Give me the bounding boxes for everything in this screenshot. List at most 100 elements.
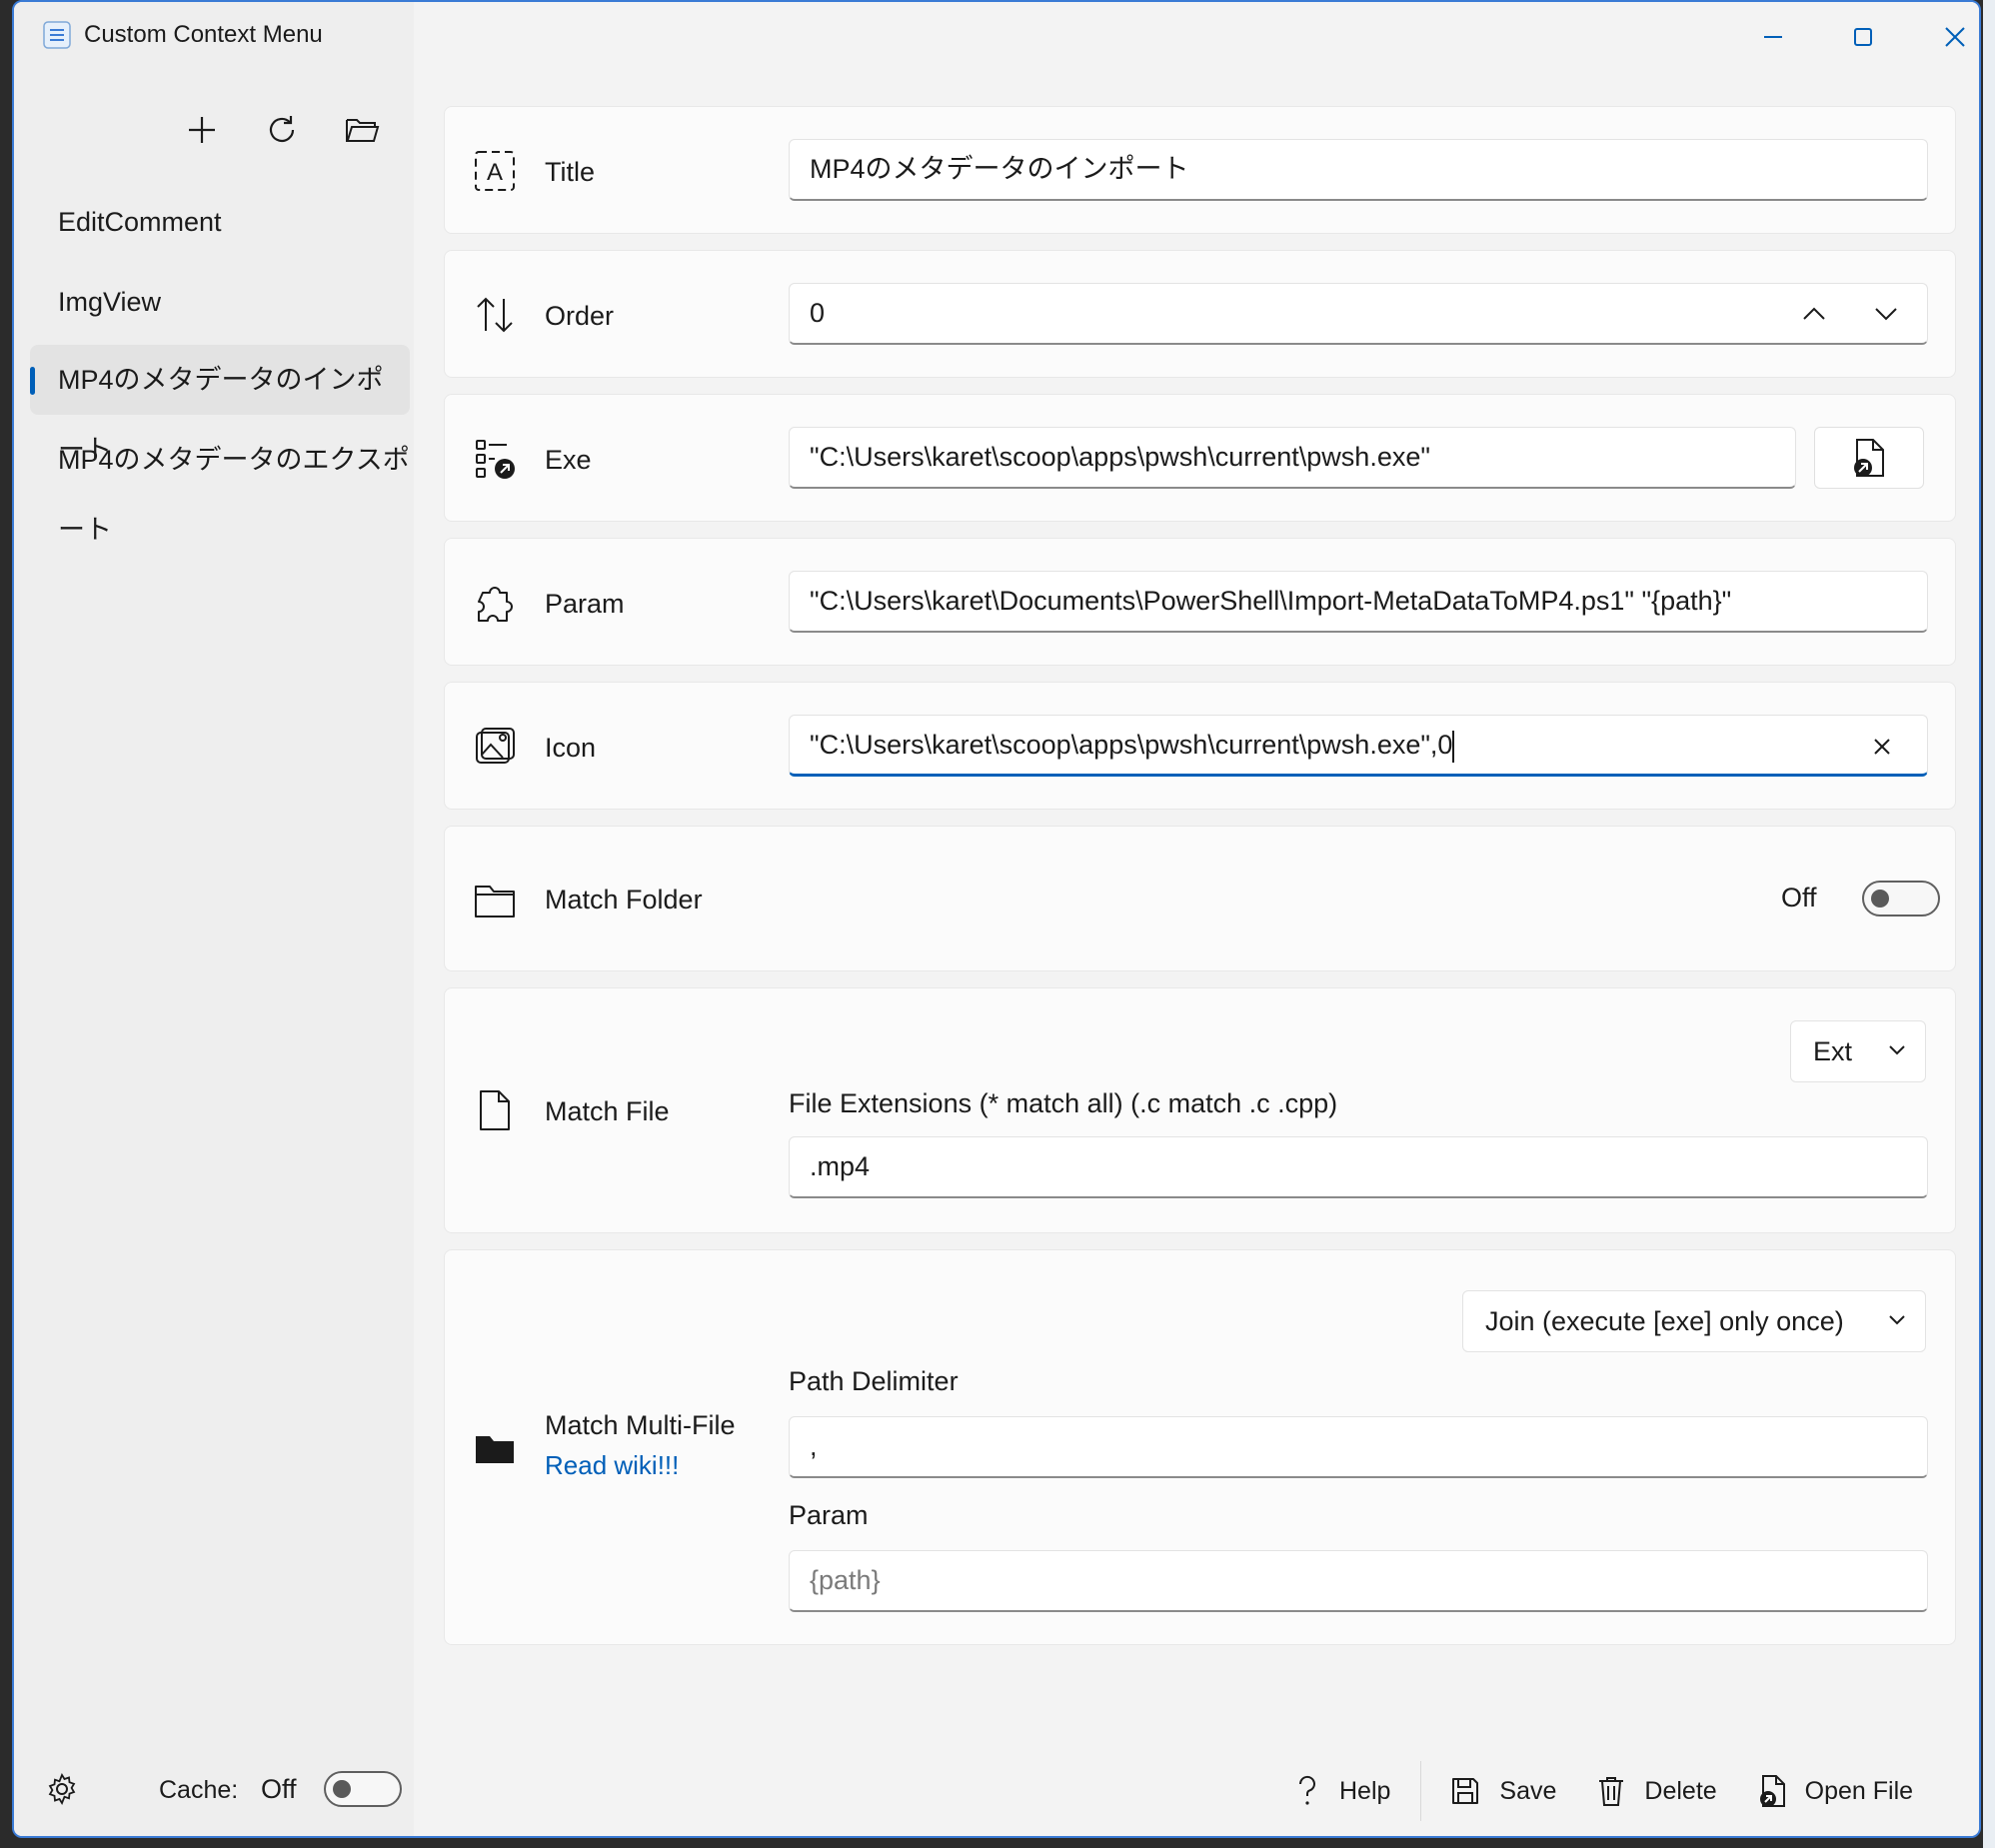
- sidebar-item-mp4-import[interactable]: MP4のメタデータのインポート: [30, 345, 410, 465]
- minimize-icon: [1764, 36, 1782, 38]
- maximize-icon: [1854, 28, 1872, 46]
- match-folder-card: Match Folder Off: [444, 826, 1956, 971]
- multi-file-mode-value: Join (execute [exe] only once): [1485, 1306, 1844, 1336]
- sidebar-item-imgview[interactable]: ImgView: [30, 267, 410, 337]
- background-desktop: [1983, 0, 1995, 1848]
- chevron-down-icon: [1889, 1315, 1905, 1325]
- file-extensions-label: File Extensions (* match all) (.c match …: [789, 1088, 1338, 1118]
- close-button[interactable]: [1925, 12, 1979, 62]
- minimize-button[interactable]: [1743, 12, 1803, 62]
- toggle-knob: [333, 1780, 351, 1798]
- title-icon: A: [473, 149, 517, 193]
- file-icon: [473, 1088, 517, 1132]
- order-increment-button[interactable]: [1794, 297, 1834, 333]
- icon-label: Icon: [545, 733, 597, 763]
- path-delimiter-input[interactable]: ,: [789, 1416, 1928, 1478]
- action-bar: Help Save Delete Open File: [1293, 1761, 1913, 1821]
- match-folder-toggle[interactable]: [1862, 881, 1940, 917]
- match-multi-file-label: Match Multi-File: [545, 1410, 736, 1440]
- match-file-label: Match File: [545, 1096, 670, 1126]
- chevron-down-icon: [1889, 1045, 1905, 1055]
- close-icon: [1945, 27, 1965, 47]
- match-file-mode-value: Ext: [1813, 1036, 1853, 1066]
- sidebar: Custom Context Menu EditComment ImgView: [14, 2, 414, 1836]
- folder-filled-icon: [473, 1426, 517, 1470]
- icon-input[interactable]: "C:\Users\karet\scoop\apps\pwsh\current\…: [789, 715, 1928, 777]
- cache-label: Cache:: [159, 1776, 239, 1804]
- folder-open-icon: [346, 119, 380, 142]
- hamburger-menu-icon: [42, 20, 72, 50]
- save-icon: [1452, 1778, 1479, 1804]
- plus-icon: [189, 117, 215, 143]
- icon-card: Icon "C:\Users\karet\scoop\apps\pwsh\cur…: [444, 682, 1956, 810]
- window-title: Custom Context Menu: [84, 21, 323, 48]
- help-label: Help: [1339, 1776, 1391, 1805]
- open-file-icon: [1759, 1775, 1785, 1807]
- sort-arrows-icon: [473, 293, 517, 337]
- open-file-icon: [1854, 439, 1884, 477]
- help-button[interactable]: Help: [1293, 1774, 1390, 1808]
- refresh-icon: [269, 116, 295, 143]
- cache-toggle[interactable]: [324, 1771, 402, 1807]
- exe-card: Exe "C:\Users\karet\scoop\apps\pwsh\curr…: [444, 394, 1956, 522]
- open-file-button[interactable]: Open File: [1757, 1773, 1913, 1809]
- image-icon: [473, 725, 517, 769]
- order-label: Order: [545, 301, 615, 331]
- match-folder-state: Off: [1781, 883, 1817, 913]
- question-icon: [1298, 1775, 1315, 1805]
- refresh-button[interactable]: [254, 102, 310, 158]
- sidebar-item-mp4-export[interactable]: MP4のメタデータのエクスポート: [30, 425, 410, 545]
- gear-icon: [48, 1773, 76, 1805]
- chevron-up-icon: [1803, 307, 1825, 320]
- app-list-icon: [473, 437, 517, 481]
- path-delimiter-label: Path Delimiter: [789, 1366, 959, 1396]
- text-caret: [1452, 730, 1455, 763]
- param-card: Param "C:\Users\karet\Documents\PowerShe…: [444, 538, 1956, 666]
- maximize-button[interactable]: [1833, 12, 1893, 62]
- toggle-knob: [1871, 890, 1889, 908]
- clear-input-button[interactable]: [1864, 729, 1900, 765]
- browse-exe-button[interactable]: [1814, 427, 1924, 489]
- title-input[interactable]: MP4のメタデータのインポート: [789, 139, 1928, 201]
- match-multi-file-card: Match Multi-File Read wiki!!! Join (exec…: [444, 1249, 1956, 1645]
- order-decrement-button[interactable]: [1866, 297, 1906, 333]
- match-file-card: Match File Ext File Extensions (* match …: [444, 987, 1956, 1233]
- folder-icon: [473, 879, 517, 923]
- close-icon: [1874, 739, 1890, 755]
- order-number-box[interactable]: 0: [789, 283, 1928, 345]
- save-label: Save: [1499, 1776, 1557, 1805]
- param-label: Param: [545, 589, 625, 619]
- add-button[interactable]: [174, 102, 230, 158]
- delete-button[interactable]: Delete: [1596, 1774, 1717, 1808]
- open-folder-button[interactable]: [334, 102, 390, 158]
- read-wiki-link[interactable]: Read wiki!!!: [545, 1450, 679, 1481]
- sidebar-item-editcomment[interactable]: EditComment: [30, 187, 410, 257]
- sidebar-item-label: EditComment: [58, 207, 222, 237]
- puzzle-icon: [473, 581, 517, 625]
- param-input[interactable]: "C:\Users\karet\Documents\PowerShell\Imp…: [789, 571, 1928, 633]
- chevron-down-icon: [1875, 308, 1897, 321]
- exe-label: Exe: [545, 445, 592, 475]
- match-folder-label: Match Folder: [545, 885, 703, 915]
- multi-param-label: Param: [789, 1500, 869, 1530]
- cache-state: Off: [261, 1774, 297, 1804]
- multi-file-mode-select[interactable]: Join (execute [exe] only once): [1462, 1290, 1926, 1352]
- order-card: Order 0: [444, 250, 1956, 378]
- title-card: A Title MP4のメタデータのインポート: [444, 106, 1956, 234]
- trash-icon: [1599, 1777, 1624, 1806]
- sidebar-item-label: MP4のメタデータのエクスポート: [58, 445, 410, 545]
- title-label: Title: [545, 157, 596, 187]
- settings-button[interactable]: [44, 1771, 80, 1807]
- save-button[interactable]: Save: [1449, 1775, 1556, 1807]
- match-file-mode-select[interactable]: Ext: [1790, 1020, 1926, 1082]
- icon-input-value: "C:\Users\karet\scoop\apps\pwsh\current\…: [810, 730, 1453, 760]
- action-divider: [1420, 1761, 1422, 1821]
- main-pane: A Title MP4のメタデータのインポート Order 0 Exe "C:\…: [414, 2, 1979, 1836]
- svg-text:A: A: [487, 159, 503, 186]
- file-extensions-input[interactable]: .mp4: [789, 1136, 1928, 1198]
- open-file-label: Open File: [1804, 1776, 1914, 1805]
- delete-label: Delete: [1644, 1776, 1717, 1805]
- exe-input[interactable]: "C:\Users\karet\scoop\apps\pwsh\current\…: [789, 427, 1796, 489]
- sidebar-item-label: ImgView: [58, 287, 162, 317]
- multi-param-input[interactable]: {path}: [789, 1550, 1928, 1612]
